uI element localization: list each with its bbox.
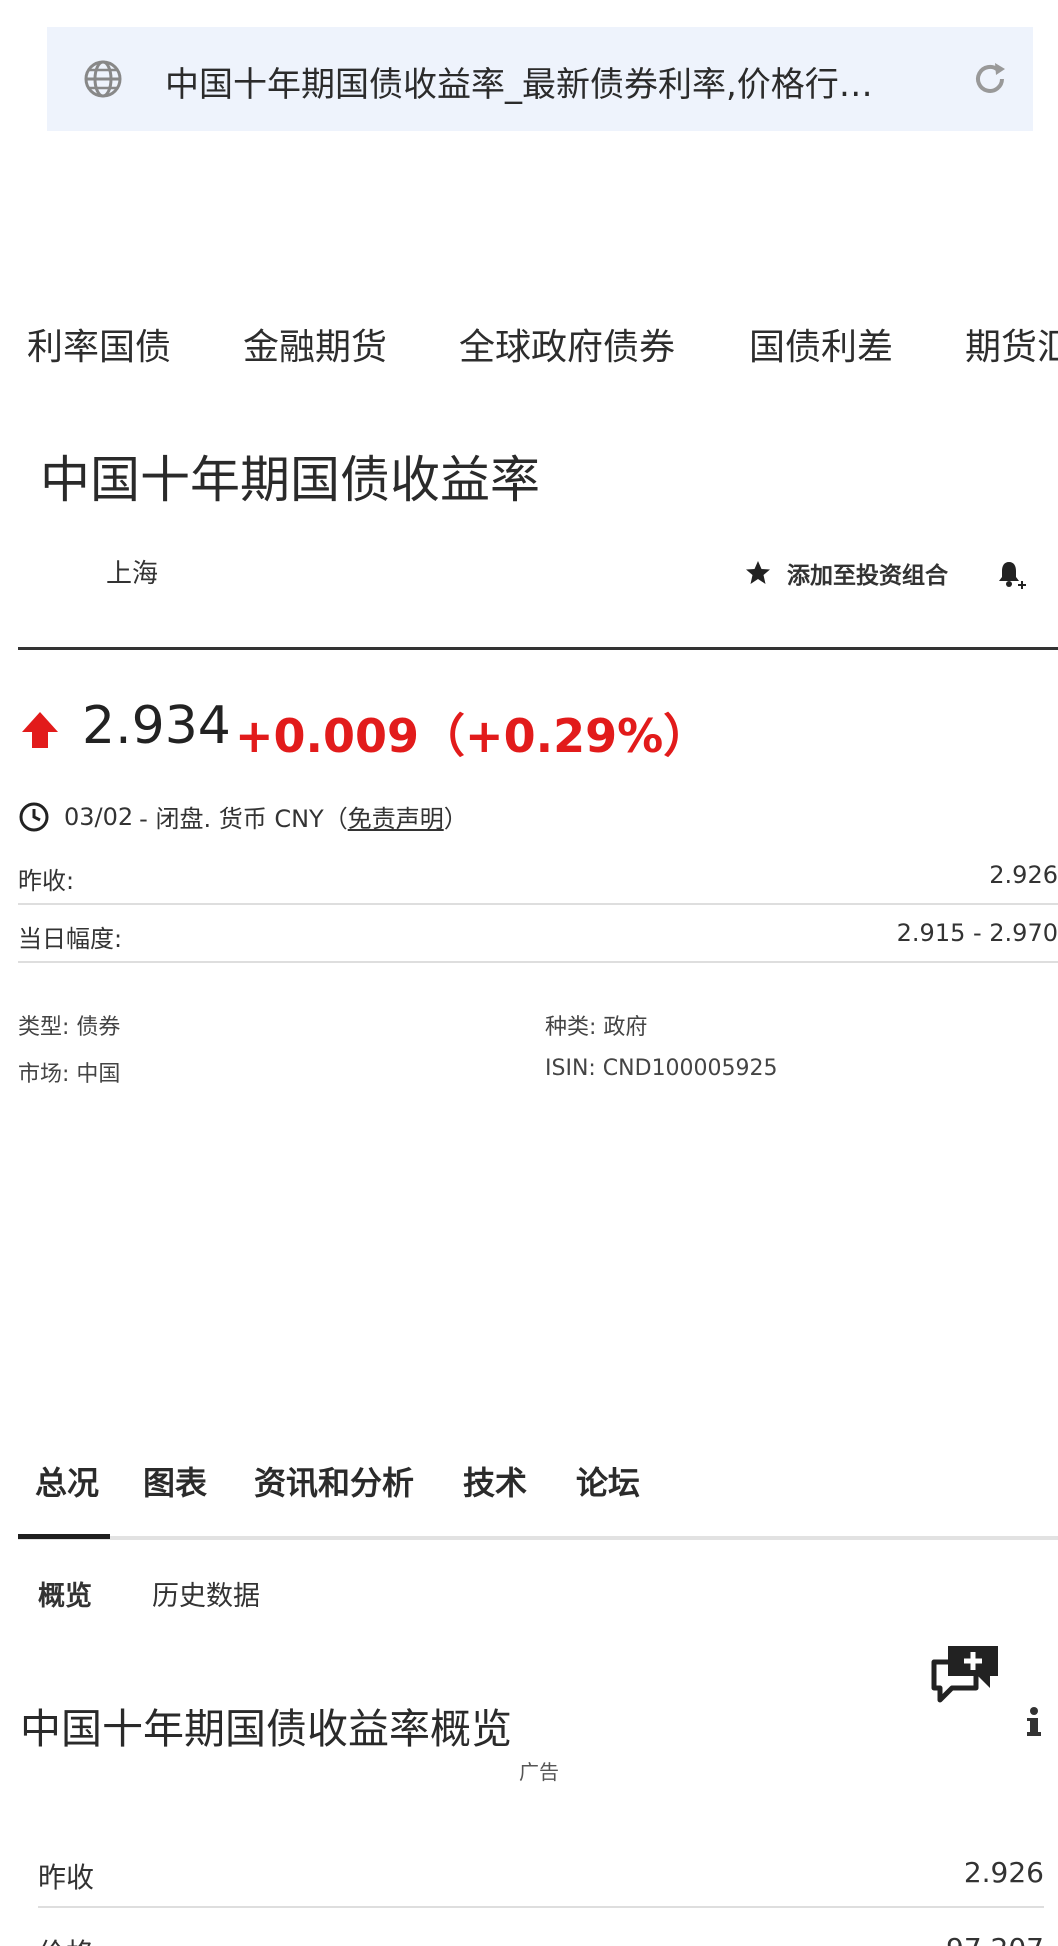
reload-icon[interactable] xyxy=(971,60,1009,98)
subtab-summary[interactable]: 概览 xyxy=(38,1574,92,1613)
prev-close-row: 昨收: 2.926 xyxy=(18,849,1058,905)
category-nav-item[interactable]: 利率国债 xyxy=(27,318,171,370)
tab-overview[interactable]: 总况 xyxy=(35,1458,99,1504)
market-status: 03/02 - 闭盘. 货币 CNY（ 免责声明 ） xyxy=(18,799,468,834)
arrow-up-icon xyxy=(22,712,58,748)
category-nav-item[interactable]: 金融期货 xyxy=(243,318,387,370)
meta-market: 市场: 中国 xyxy=(18,1062,121,1087)
category-nav-item[interactable]: 全球政府债券 xyxy=(459,318,675,370)
category-nav-item[interactable]: 国债利差 xyxy=(749,318,893,370)
status-date: 03/02 xyxy=(64,802,134,831)
clock-icon xyxy=(19,802,49,831)
disclaimer-link[interactable]: 免责声明 xyxy=(348,799,444,834)
active-tab-indicator xyxy=(18,1534,110,1539)
main-tabs: 总况 图表 资讯和分析 技术 论坛 xyxy=(18,1430,1058,1540)
overview-row-value: 97.207 xyxy=(946,1932,1044,1946)
overview-row-value: 2.926 xyxy=(963,1856,1044,1889)
exchange-label: 上海 xyxy=(106,559,159,589)
ad-label: 广告 xyxy=(519,1760,559,1784)
price-change: +0.009（+0.29%） xyxy=(235,709,710,763)
tab-technical[interactable]: 技术 xyxy=(463,1458,527,1504)
subtab-history[interactable]: 历史数据 xyxy=(152,1574,260,1613)
last-price: 2.934 xyxy=(82,696,231,756)
meta-isin: ISIN: CND100005925 xyxy=(545,1056,778,1081)
day-range-row: 当日幅度: 2.915 - 2.970 xyxy=(18,907,1058,963)
category-nav-item[interactable]: 期货汇 xyxy=(965,318,1058,370)
tab-forum[interactable]: 论坛 xyxy=(576,1458,640,1504)
overview-row-label: 价格 xyxy=(38,1932,94,1946)
url-bar[interactable]: 中国十年期国债收益率_最新债券利率,价格行… xyxy=(47,27,1033,131)
bell-plus-icon[interactable] xyxy=(996,558,1028,590)
overview-row: 价格 97.207 xyxy=(38,1918,1044,1946)
add-to-portfolio-label: 添加至投资组合 xyxy=(787,563,948,589)
meta-type: 类型: 债券 xyxy=(18,1015,121,1040)
status-close: ） xyxy=(443,805,468,833)
stat-label: 昨收: xyxy=(18,867,75,895)
stat-label: 当日幅度: xyxy=(18,925,123,953)
status-text: - 闭盘. 货币 CNY（ xyxy=(139,805,348,833)
stat-value: 2.915 - 2.970 xyxy=(896,919,1058,947)
tab-news-analysis[interactable]: 资讯和分析 xyxy=(254,1458,414,1504)
globe-icon xyxy=(84,60,122,98)
overview-row: 昨收 2.926 xyxy=(38,1842,1044,1908)
page-title: 中国十年期国债收益率 xyxy=(40,451,540,509)
stat-value: 2.926 xyxy=(989,861,1058,889)
overview-row-label: 昨收 xyxy=(38,1861,95,1894)
add-to-portfolio-button[interactable]: 添加至投资组合 xyxy=(745,556,948,590)
category-nav: 利率国债 金融期货 全球政府债券 国债利差 期货汇 xyxy=(0,318,1058,374)
info-icon[interactable] xyxy=(1023,1705,1045,1739)
tab-chart[interactable]: 图表 xyxy=(143,1458,207,1504)
chat-add-icon[interactable] xyxy=(924,1642,1002,1708)
url-title[interactable]: 中国十年期国债收益率_最新债券利率,价格行… xyxy=(165,57,925,106)
star-icon xyxy=(746,561,770,584)
divider xyxy=(18,647,1058,650)
overview-title: 中国十年期国债收益率概览 xyxy=(20,1705,512,1753)
meta-category: 种类: 政府 xyxy=(545,1015,648,1040)
